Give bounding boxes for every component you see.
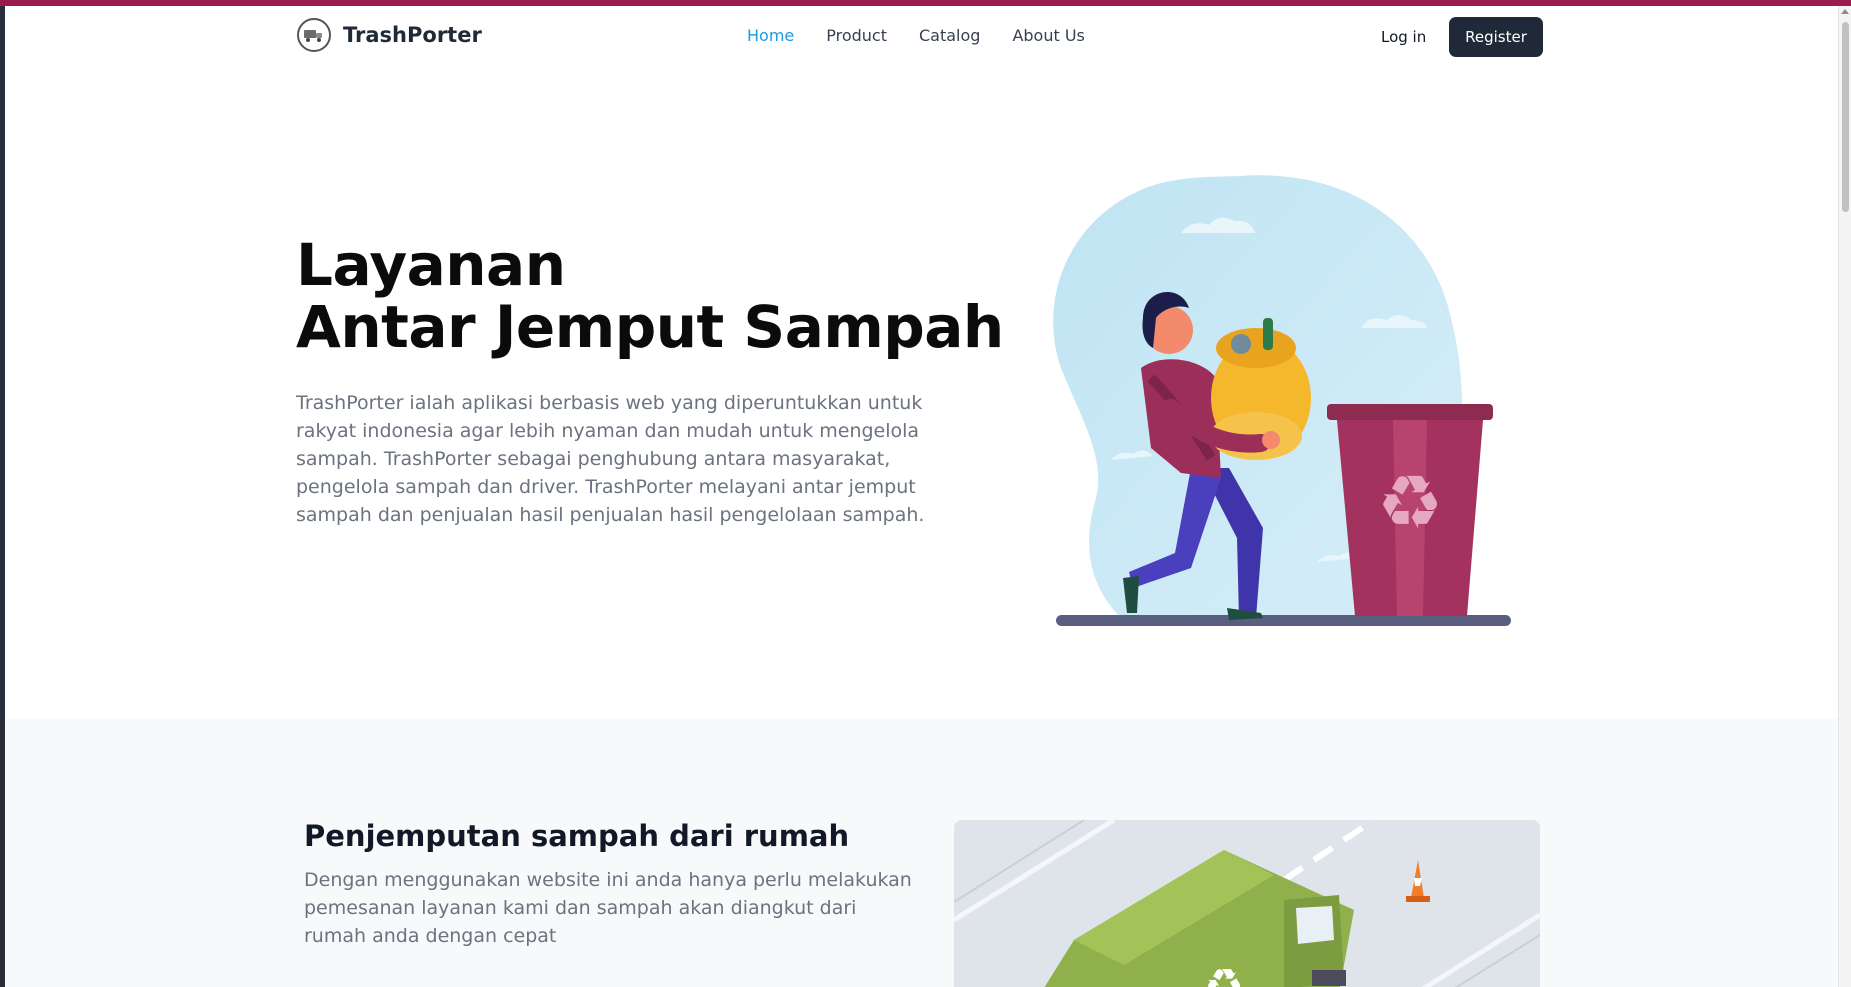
nav-link-catalog[interactable]: Catalog bbox=[919, 26, 980, 45]
page: TrashPorter Home Product Catalog About U… bbox=[5, 6, 1838, 987]
nav-link-product[interactable]: Product bbox=[826, 26, 887, 45]
feature-title: Penjemputan sampah dari rumah bbox=[304, 819, 850, 853]
brand-name: TrashPorter bbox=[343, 23, 482, 47]
features-section: Penjemputan sampah dari rumah Dengan men… bbox=[5, 719, 1838, 987]
nav-link-about-us[interactable]: About Us bbox=[1012, 26, 1084, 45]
navbar: TrashPorter Home Product Catalog About U… bbox=[5, 6, 1838, 66]
register-button[interactable]: Register bbox=[1449, 17, 1543, 57]
feature-description: Dengan menggunakan website ini anda hany… bbox=[304, 869, 912, 947]
brand[interactable]: TrashPorter bbox=[297, 18, 482, 52]
page-scrollbar[interactable] bbox=[1838, 6, 1851, 987]
hero-title: Layanan Antar Jemput Sampah bbox=[296, 234, 1004, 358]
hero-title-line-1: Layanan bbox=[296, 231, 566, 299]
svg-text:♻: ♻ bbox=[1377, 460, 1443, 546]
nav-link-home[interactable]: Home bbox=[747, 26, 794, 45]
truck-logo-icon bbox=[297, 18, 331, 52]
main-nav: Home Product Catalog About Us bbox=[747, 26, 1117, 45]
svg-text:♻: ♻ bbox=[1204, 960, 1243, 987]
garbage-truck-illustration: ♻ bbox=[954, 820, 1540, 987]
hero-title-line-2: Antar Jemput Sampah bbox=[296, 293, 1004, 361]
scroll-up-arrow-icon[interactable] bbox=[1841, 9, 1849, 14]
hero-description: TrashPorter ialah aplikasi berbasis web … bbox=[296, 392, 925, 526]
person-carrying-trash-bag-illustration: ♻ bbox=[1051, 168, 1531, 638]
scroll-thumb[interactable] bbox=[1842, 22, 1849, 212]
login-link[interactable]: Log in bbox=[1381, 28, 1426, 46]
